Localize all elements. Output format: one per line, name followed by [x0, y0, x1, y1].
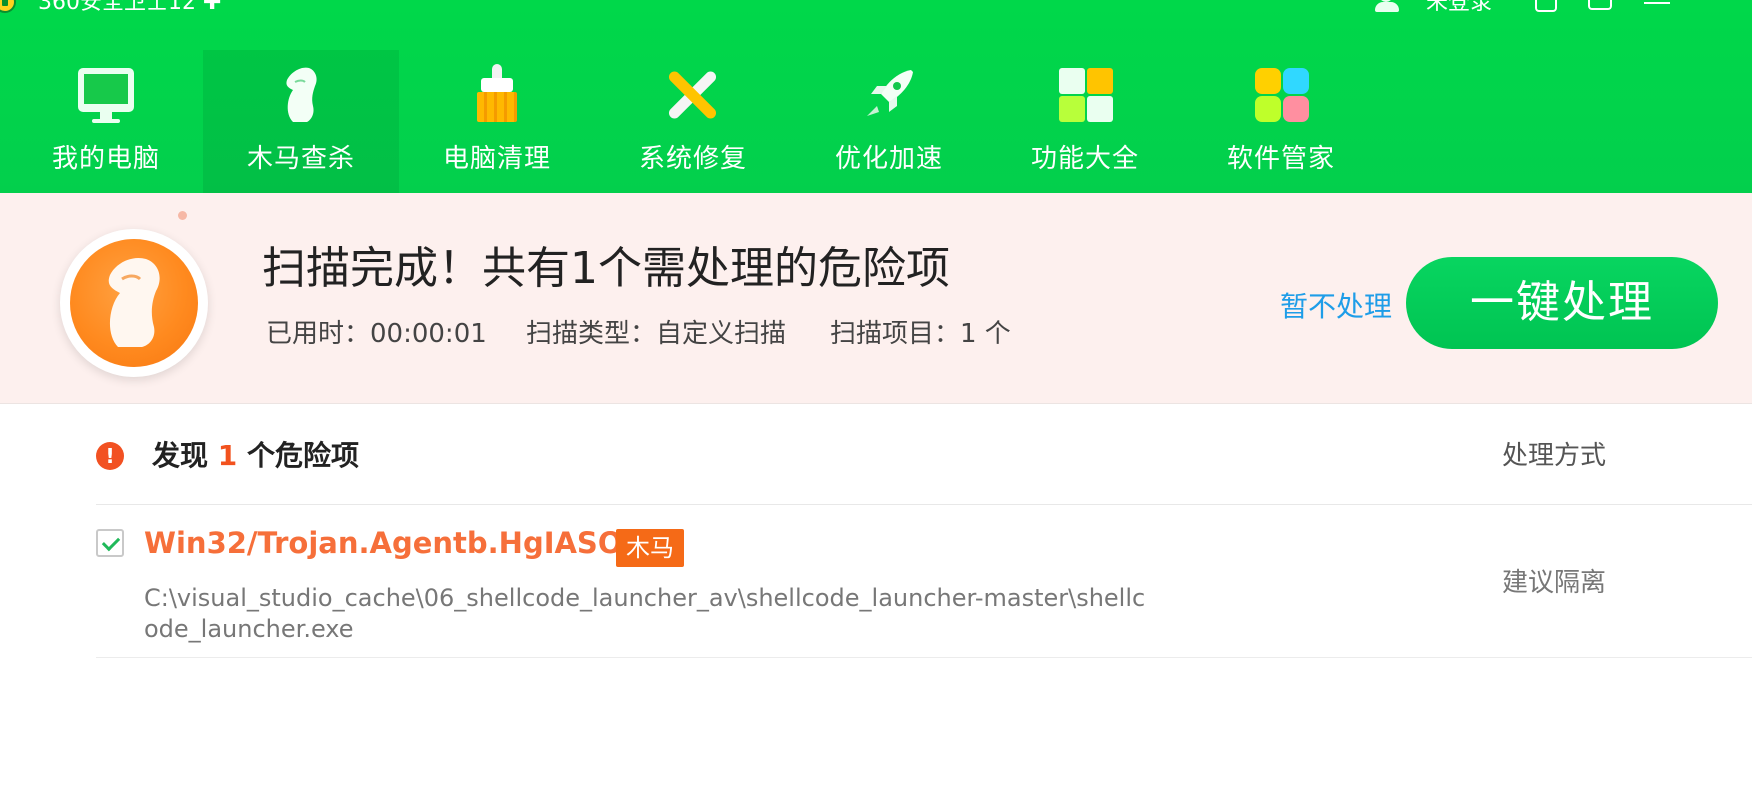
user-avatar-icon[interactable] — [1372, 0, 1400, 14]
nav-label: 优化加速 — [834, 144, 943, 174]
nav-item-my-computer[interactable]: 我的电脑 — [8, 50, 204, 193]
login-link[interactable]: 未登录 — [1426, 0, 1492, 16]
app-logo-icon — [0, 0, 16, 13]
scan-headline: 扫描完成！共有1个需处理的危险项 — [262, 243, 950, 294]
minimize-icon[interactable] — [1700, 0, 1728, 14]
nav-item-speedup[interactable]: 优化加速 — [791, 50, 987, 193]
horse-icon — [271, 64, 331, 124]
found-count: 1 — [217, 439, 238, 472]
skin-icon[interactable] — [1532, 0, 1560, 14]
trojan-shield-icon — [60, 211, 208, 377]
found-summary: 发现 1 个危险项 — [152, 436, 359, 476]
threat-action-select[interactable]: 建议隔离 — [1502, 565, 1606, 601]
scan-time-used: 已用时：00:00:01 — [266, 319, 487, 349]
skip-button[interactable]: 暂不处理 — [1280, 289, 1392, 325]
nav-item-all-features[interactable]: 功能大全 — [987, 50, 1183, 193]
nav-label: 软件管家 — [1226, 144, 1335, 174]
menu-icon[interactable] — [1644, 0, 1672, 14]
nav-item-cleanup[interactable]: 电脑清理 — [399, 50, 595, 193]
monitor-icon — [76, 64, 136, 124]
scan-item-count: 扫描项目：1 个 — [830, 319, 1011, 349]
nav-label: 系统修复 — [638, 144, 747, 174]
scan-result-banner: 扫描完成！共有1个需处理的危险项 已用时：00:00:01 扫描类型：自定义扫描… — [0, 193, 1752, 404]
threat-type-badge: 木马 — [616, 529, 684, 567]
warning-icon: ! — [96, 442, 124, 470]
app-title: 360安全卫士12 ✚ — [38, 0, 222, 15]
threat-list-header: ! 发现 1 个危险项 处理方式 — [96, 404, 1752, 505]
nav-item-system-repair[interactable]: 系统修复 — [595, 50, 791, 193]
nav-item-software-manager[interactable]: 软件管家 — [1183, 50, 1379, 193]
threat-file-path: C:\visual_studio_cache\06_shellcode_laun… — [144, 584, 1146, 643]
scan-type: 扫描类型：自定义扫描 — [526, 319, 787, 349]
rocket-icon — [859, 64, 919, 124]
broom-icon — [467, 64, 527, 124]
action-column-header: 处理方式 — [1502, 441, 1607, 471]
one-click-fix-button[interactable]: 一键处理 — [1406, 257, 1718, 349]
title-bar: 360安全卫士12 ✚ 未登录 — [0, 0, 1752, 22]
main-header: 360安全卫士12 ✚ 未登录 我的电脑 木马查杀 电脑清理 系统修复 优化加速… — [0, 0, 1752, 193]
found-prefix: 发现 — [152, 439, 209, 472]
threat-checkbox[interactable] — [96, 529, 124, 557]
table-row: Win32/Trojan.Agentb.HgIASOUA 木马 C:\visua… — [96, 505, 1752, 658]
nav-label: 功能大全 — [1030, 144, 1139, 174]
grid-icon — [1055, 64, 1115, 124]
wrench-icon — [663, 64, 723, 124]
threat-name: Win32/Trojan.Agentb.HgIASOUA — [144, 526, 668, 560]
apps-icon — [1251, 64, 1311, 124]
nav-label: 木马查杀 — [246, 144, 355, 174]
nav-label: 我的电脑 — [51, 144, 160, 174]
shirt-icon[interactable] — [1586, 0, 1614, 14]
nav-label: 电脑清理 — [442, 144, 551, 174]
nav-item-trojan-scan[interactable]: 木马查杀 — [203, 50, 399, 193]
found-suffix: 个危险项 — [247, 439, 360, 472]
